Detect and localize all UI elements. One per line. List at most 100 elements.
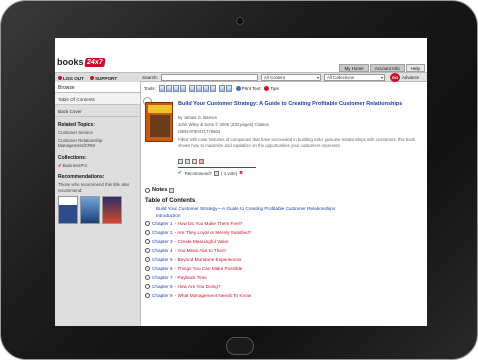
book-cover-figure — [150, 115, 170, 137]
sidebar-item-back-cover[interactable]: Back Cover — [55, 105, 140, 117]
tools-toolbar: Tools: Print Text Tips — [142, 83, 427, 94]
chapter-title: - Create Meaningful Value — [174, 239, 229, 244]
bookshelf-icon[interactable] — [192, 159, 197, 164]
recommend-rating: ✔ Recommend? ( 1 vote) ✖ — [178, 170, 244, 176]
window-icon[interactable] — [209, 85, 216, 92]
toc-heading: Table of Contents — [145, 198, 196, 204]
home-button[interactable] — [226, 337, 254, 355]
toc-chapter-item[interactable]: Chapter 7 - Payback Time — [145, 275, 207, 280]
tab-help[interactable]: Help — [405, 64, 425, 72]
browser-screen: books 24x7 My Home Account Info Help LOG… — [55, 38, 427, 326]
chapter-number: Chapter 9 — [152, 293, 173, 298]
collection-filter-select[interactable]: All Collections ▾ — [324, 74, 385, 81]
print-icon — [235, 86, 241, 91]
recommendations-text: Those who recommend this title also reco… — [58, 182, 130, 193]
collection-link[interactable]: ✔BusinessPro — [55, 162, 140, 170]
recommended-book-cover[interactable] — [80, 196, 100, 224]
printer-icon[interactable] — [225, 85, 232, 92]
first-page-icon[interactable] — [158, 85, 165, 92]
toc-chapter-item[interactable]: Chapter 2 - Are They Loyal or Merely Sat… — [145, 230, 251, 235]
chevron-down-icon: ▾ — [380, 75, 383, 80]
tab-my-home[interactable]: My Home — [339, 64, 369, 72]
go-button[interactable]: GO — [390, 73, 400, 82]
toc-chapter-item[interactable]: Chapter 1 - How Do You Make Them Feel? — [145, 221, 242, 226]
expand-icon — [145, 275, 150, 280]
browse-tab[interactable]: Browse — [55, 82, 140, 93]
support-icon — [89, 76, 94, 81]
recommendation-thumbnails — [55, 194, 140, 226]
expand-icon — [145, 221, 150, 226]
print-tool-group — [218, 85, 232, 92]
sidebar-item-table-of-contents[interactable]: Table Of Contents — [55, 93, 140, 105]
tips-link[interactable]: Tips — [264, 86, 279, 91]
toc-chapter-item[interactable]: Chapter 4 - You Mean Alot to Them — [145, 248, 226, 253]
chapter-number: Chapter 3 — [152, 239, 173, 244]
expand-icon — [145, 230, 150, 235]
delete-icon[interactable] — [199, 159, 204, 164]
thumbs-up-icon[interactable]: ✔ — [178, 170, 182, 176]
toc-chapter-item[interactable]: Chapter 8 - How Are You Doing? — [145, 284, 220, 289]
chapter-number: Chapter 1 — [152, 221, 173, 226]
chapter-number: Chapter 5 — [152, 257, 173, 262]
notes-label: Notes — [152, 187, 168, 193]
advanced-search-link[interactable]: Advance — [402, 75, 419, 80]
related-topics-heading: Related Topics: — [58, 122, 95, 128]
toc-chapter-item[interactable]: Chapter 5 - Beyond Mundane Experiences — [145, 257, 241, 262]
recommended-book-cover[interactable] — [102, 196, 122, 224]
previous-page-icon[interactable] — [165, 85, 172, 92]
book-title[interactable]: Build Your Customer Strategy: A Guide to… — [178, 101, 423, 108]
content-filter-select[interactable]: All Content ▾ — [261, 74, 321, 81]
notes-toggle[interactable]: Notes — [145, 187, 175, 193]
log-out-link[interactable]: LOG OUT — [58, 76, 84, 81]
email-icon[interactable] — [218, 85, 225, 92]
account-tabs: My Home Account Info Help — [339, 64, 425, 72]
toc-chapter-item[interactable]: Chapter 9 - What Management Needs To Kno… — [145, 293, 251, 298]
tab-account-info[interactable]: Account Info — [369, 64, 405, 72]
bookmark-icon[interactable] — [188, 85, 195, 92]
collections-heading: Collections: — [58, 154, 87, 161]
toc-chapter-item[interactable]: Chapter 3 - Create Meaningful Value — [145, 239, 229, 244]
chapter-title: - What Management Needs To Know — [174, 293, 252, 298]
support-label: SUPPORT — [94, 75, 118, 81]
tips-icon — [264, 86, 270, 91]
next-page-icon[interactable] — [172, 85, 179, 92]
chapter-title: - Beyond Mundane Experiences — [174, 257, 242, 262]
log-out-icon — [58, 76, 62, 81]
log-out-label: LOG OUT — [63, 75, 84, 81]
chapter-number: Chapter 4 — [152, 248, 173, 253]
last-page-icon[interactable] — [179, 85, 186, 92]
logo-text: books — [57, 57, 84, 67]
related-topic-link[interactable]: Customer Service — [55, 129, 140, 137]
site-logo[interactable]: books 24x7 — [57, 56, 105, 68]
chapter-title: - Things You Can Make Possible — [174, 266, 243, 271]
recommended-book-cover[interactable] — [58, 196, 78, 224]
toc-link-book[interactable]: Build Your Customer Strategy—A Guide to … — [156, 206, 335, 211]
thumbs-down-icon[interactable]: ✖ — [239, 170, 243, 176]
tablet-frame: books 24x7 My Home Account Info Help LOG… — [0, 0, 478, 360]
expand-icon — [145, 266, 150, 271]
note-icon[interactable] — [195, 85, 202, 92]
chapter-number: Chapter 7 — [152, 275, 173, 280]
book-cover[interactable] — [145, 102, 173, 142]
chapter-number: Chapter 2 — [152, 230, 173, 235]
chapter-number: Chapter 8 — [152, 284, 173, 289]
chapter-title: - How Are You Doing? — [174, 284, 221, 289]
nav-tool-group — [158, 85, 186, 92]
recommendations-heading: Recommendations: — [58, 174, 105, 180]
content-filter-value: All Content — [264, 75, 286, 80]
sidebar: Browse Table Of Contents Back Cover Rela… — [55, 82, 141, 326]
toc-chapter-item[interactable]: Chapter 6 - Things You Can Make Possible — [145, 266, 242, 271]
print-text-link[interactable]: Print Text — [235, 86, 260, 91]
related-topic-link[interactable]: Customer Relationship Management/CRM — [55, 137, 140, 150]
zoom-icon[interactable] — [202, 85, 209, 92]
book-cover-title-band — [148, 105, 172, 113]
search-input[interactable] — [161, 74, 258, 81]
chapter-number: Chapter 6 — [152, 266, 173, 271]
toc-link-introduction[interactable]: Introduction — [156, 213, 181, 218]
save-icon[interactable] — [178, 159, 183, 164]
expand-icon — [145, 293, 150, 298]
edit-icon[interactable] — [185, 159, 190, 164]
support-link[interactable]: SUPPORT — [89, 75, 118, 81]
chapter-title: - You Mean Alot to Them — [174, 248, 226, 253]
camera-icon — [236, 17, 244, 25]
